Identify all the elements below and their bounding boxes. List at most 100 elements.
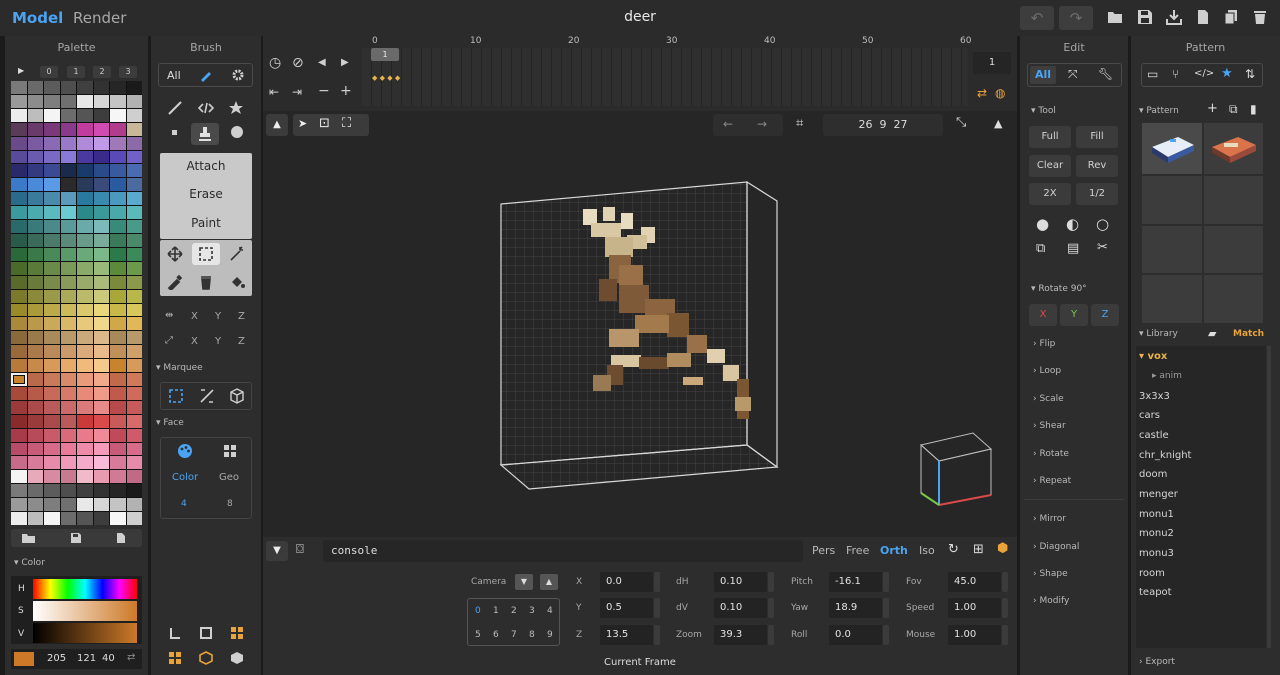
palette-swatch[interactable] — [11, 108, 27, 122]
line-brush-icon[interactable] — [167, 100, 183, 116]
palette-swatch[interactable] — [44, 136, 60, 150]
palette-swatch[interactable] — [27, 261, 43, 275]
palette-swatch[interactable] — [11, 164, 27, 178]
palette-swatch[interactable] — [27, 247, 43, 261]
palette-swatch[interactable] — [126, 317, 142, 331]
expand-icon[interactable]: ⤧ — [1068, 67, 1078, 82]
palette-swatch[interactable] — [110, 192, 126, 206]
palette-swatch[interactable] — [77, 94, 93, 108]
palette-swatch[interactable] — [27, 81, 43, 94]
grid-icon[interactable] — [222, 443, 238, 459]
saturation-slider[interactable] — [33, 601, 137, 621]
palette-swatch[interactable] — [60, 289, 76, 303]
palette-swatch[interactable] — [93, 512, 109, 525]
face-geo-tab[interactable]: Geo — [219, 472, 239, 483]
palette-swatch[interactable] — [93, 428, 109, 442]
edit-clear-button[interactable]: Clear — [1029, 155, 1071, 177]
palette-swatch[interactable] — [44, 206, 60, 220]
export-section[interactable]: › Export — [1139, 657, 1175, 667]
palette-swatch[interactable] — [27, 414, 43, 428]
palette-swatch[interactable] — [60, 470, 76, 484]
camera-yaw-field[interactable]: 18.9 — [829, 598, 882, 618]
palette-swatch[interactable] — [44, 303, 60, 317]
palette-swatch[interactable] — [27, 94, 43, 108]
cube-icon[interactable] — [230, 651, 244, 665]
scissors-icon[interactable]: ✂ — [1097, 240, 1108, 255]
palette-swatch[interactable] — [93, 150, 109, 164]
palette-swatch[interactable] — [93, 233, 109, 247]
palette-swatch[interactable] — [44, 150, 60, 164]
marquee-diagonal-icon[interactable] — [199, 388, 215, 404]
color-green-value[interactable]: 121 — [77, 653, 96, 664]
palette-swatch[interactable] — [93, 261, 109, 275]
palette-swatch[interactable] — [110, 498, 126, 512]
tiles-icon[interactable] — [168, 651, 182, 665]
palette-swatch[interactable] — [93, 206, 109, 220]
file-icon[interactable] — [114, 532, 128, 544]
arrow-right-icon[interactable]: → — [757, 117, 767, 131]
stamp-brush-button[interactable] — [191, 123, 219, 145]
palette-swatch[interactable] — [93, 178, 109, 192]
palette-swatch[interactable] — [27, 108, 43, 122]
palette-swatch[interactable] — [44, 81, 60, 94]
palette-swatch[interactable] — [44, 345, 60, 359]
palette-swatch[interactable] — [27, 386, 43, 400]
palette-swatch[interactable] — [44, 373, 60, 386]
palette-swatch[interactable] — [77, 386, 93, 400]
hue-slider[interactable] — [33, 579, 137, 599]
camera-y-field[interactable]: 0.5 — [600, 598, 653, 618]
palette-swatch[interactable] — [93, 289, 109, 303]
palette-swatch[interactable] — [110, 512, 126, 525]
palette-swatch[interactable] — [110, 220, 126, 233]
star-icon[interactable] — [228, 100, 244, 116]
palette-swatch[interactable] — [44, 247, 60, 261]
palette-swatch[interactable] — [77, 192, 93, 206]
palette-swatch[interactable] — [27, 512, 43, 525]
palette-swatch[interactable] — [126, 122, 142, 136]
palette-swatch[interactable] — [11, 206, 27, 220]
brush-mode-erase[interactable]: Erase — [160, 187, 252, 201]
camera-slot-8[interactable]: 8 — [529, 630, 535, 640]
circle-filled-icon[interactable]: ● — [1036, 215, 1049, 233]
palette-swatch[interactable] — [60, 192, 76, 206]
palette-swatch[interactable] — [77, 456, 93, 470]
magic-wand-icon[interactable] — [229, 246, 245, 262]
repeat-section[interactable]: › Repeat — [1033, 476, 1071, 486]
palette-swatch[interactable] — [77, 178, 93, 192]
palette-swatch[interactable] — [77, 470, 93, 484]
collapse-triangle-icon[interactable]: ▲ — [266, 114, 288, 136]
palette-swatch[interactable] — [110, 373, 126, 386]
library-item-castle[interactable]: castle — [1139, 430, 1169, 441]
palette-swatch[interactable] — [77, 512, 93, 525]
library-folder-vox[interactable]: ▾ vox — [1139, 351, 1167, 362]
library-item-monu2[interactable]: monu2 — [1139, 528, 1174, 539]
palette-swatch[interactable] — [44, 122, 60, 136]
redo-button[interactable]: ↷ — [1059, 6, 1093, 30]
palette-swatch[interactable] — [126, 359, 142, 373]
palette-swatch[interactable] — [44, 178, 60, 192]
library-item-room[interactable]: room — [1139, 568, 1165, 579]
palette-swatch[interactable] — [77, 414, 93, 428]
view-pers[interactable]: Pers — [812, 544, 835, 557]
palette-swatch[interactable] — [60, 164, 76, 178]
palette-swatch[interactable] — [60, 247, 76, 261]
move-icon[interactable] — [167, 246, 183, 262]
square-icon[interactable] — [199, 626, 213, 640]
palette-swatch[interactable] — [77, 261, 93, 275]
palette-swatch[interactable] — [93, 470, 109, 484]
loop-section[interactable]: › Loop — [1033, 366, 1061, 376]
palette-swatch[interactable] — [93, 414, 109, 428]
palette-swatch[interactable] — [77, 289, 93, 303]
palette-swatch[interactable] — [44, 484, 60, 498]
face-color-tab[interactable]: Color — [172, 472, 198, 483]
palette-swatch[interactable] — [60, 345, 76, 359]
palette-swatch[interactable] — [77, 400, 93, 414]
palette-swatch[interactable] — [27, 359, 43, 373]
camera-icon[interactable]: ⌼ — [296, 542, 304, 557]
palette-swatch[interactable] — [44, 94, 60, 108]
export-button[interactable] — [1164, 8, 1184, 28]
brush-mode-attach[interactable]: Attach — [160, 159, 252, 173]
palette-swatch[interactable] — [60, 442, 76, 456]
palette-swatch[interactable] — [77, 247, 93, 261]
palette-swatch[interactable] — [77, 275, 93, 289]
